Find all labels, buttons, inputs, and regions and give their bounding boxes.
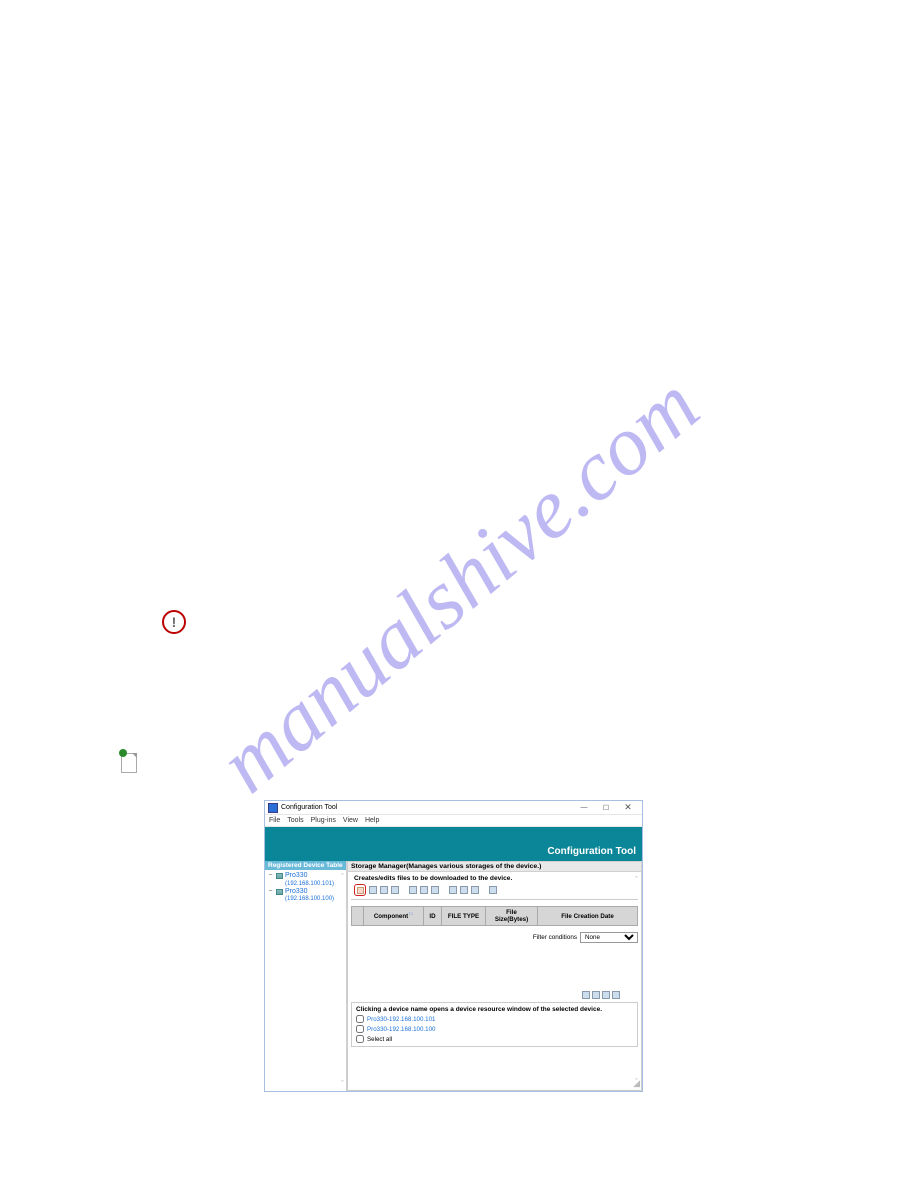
new-file-button-highlight [354,884,366,896]
device-tree-panel: Registered Device Table ˆ − Pro330 (192.… [265,861,347,1091]
minimize-button[interactable]: — [573,804,595,811]
menu-plugins[interactable]: Plug-ins [311,817,336,824]
device-link[interactable]: Pro330-192.168.100.100 [367,1026,435,1033]
toolbar-icon[interactable] [409,886,417,894]
exclamation-icon: ! [162,610,186,634]
new-document-icon [119,750,139,774]
toolbar-icon[interactable] [592,991,600,999]
titlebar: Configuration Tool — ☐ ✕ [265,801,642,815]
select-all-label: Select all [367,1036,392,1043]
scroll-up-icon[interactable]: ˆ [635,875,638,885]
menubar: File Tools Plug-ins View Help [265,815,642,827]
collapse-icon[interactable]: − [267,888,274,895]
col-component[interactable]: Component↑↓ [364,907,424,926]
toolbar-icon[interactable] [471,886,479,894]
toolbar-icon[interactable] [489,886,497,894]
toolbar-icon[interactable] [420,886,428,894]
app-icon [268,803,278,813]
select-all-checkbox[interactable] [356,1035,364,1043]
tree-header: Registered Device Table [265,861,346,870]
toolbar-icon[interactable] [460,886,468,894]
toolbar-icon[interactable] [431,886,439,894]
col-filesize[interactable]: File Size(Bytes) [486,907,538,926]
toolbar-icon[interactable] [380,886,388,894]
new-file-icon[interactable] [357,887,364,894]
tree-item[interactable]: − Pro330 (192.168.100.100) [267,888,344,903]
toolbar [351,882,638,900]
watermark: manualshive.com [201,356,718,812]
device-checkbox[interactable] [356,1015,364,1023]
col-filetype[interactable]: FILE TYPE [442,907,486,926]
device-resource-section: Clicking a device name opens a device re… [351,1002,638,1047]
section-subtitle: Creates/edits files to be downloaded to … [351,875,638,882]
banner-text: Configuration Tool [547,846,636,857]
filter-label: Filter conditions [533,934,577,941]
device-link[interactable]: Pro330-192.168.100.101 [367,1016,435,1023]
resize-grip-icon[interactable]: ◢ [633,1078,640,1089]
toolbar-icon[interactable] [449,886,457,894]
toolbar-icon[interactable] [582,991,590,999]
col-creation[interactable]: File Creation Date [538,907,638,926]
device-ip: (192.168.100.101) [285,881,334,887]
toolbar-icon[interactable] [369,886,377,894]
device-checkbox[interactable] [356,1025,364,1033]
menu-view[interactable]: View [343,817,358,824]
config-tool-window: Configuration Tool — ☐ ✕ File Tools Plug… [264,800,643,1092]
menu-help[interactable]: Help [365,817,379,824]
file-grid: Component↑↓ ID FILE TYPE File Size(Bytes… [351,906,638,926]
maximize-button[interactable]: ☐ [595,804,617,812]
col-id[interactable]: ID [424,907,442,926]
col-blank[interactable] [352,907,364,926]
storage-manager-title: Storage Manager(Manages various storages… [347,861,642,872]
toolbar-icon[interactable] [602,991,610,999]
menu-file[interactable]: File [269,817,280,824]
filter-select[interactable]: None [580,932,638,943]
window-title: Configuration Tool [281,804,573,811]
toolbar-icon[interactable] [391,886,399,894]
device-name: Pro330 [285,872,308,879]
close-button[interactable]: ✕ [617,803,639,812]
device-icon [276,889,283,895]
device-section-desc: Clicking a device name opens a device re… [356,1006,633,1013]
collapse-icon[interactable]: − [267,872,274,879]
device-name: Pro330 [285,888,308,895]
toolbar-icon[interactable] [612,991,620,999]
device-ip: (192.168.100.100) [285,896,334,902]
bottom-toolbar [351,991,638,999]
device-icon [276,873,283,879]
menu-tools[interactable]: Tools [287,817,303,824]
scroll-up-icon[interactable]: ˆ [341,872,344,882]
scroll-down-icon[interactable]: ˇ [341,1079,344,1089]
banner: Configuration Tool [265,827,642,861]
tree-item[interactable]: − Pro330 (192.168.100.101) [267,872,344,887]
